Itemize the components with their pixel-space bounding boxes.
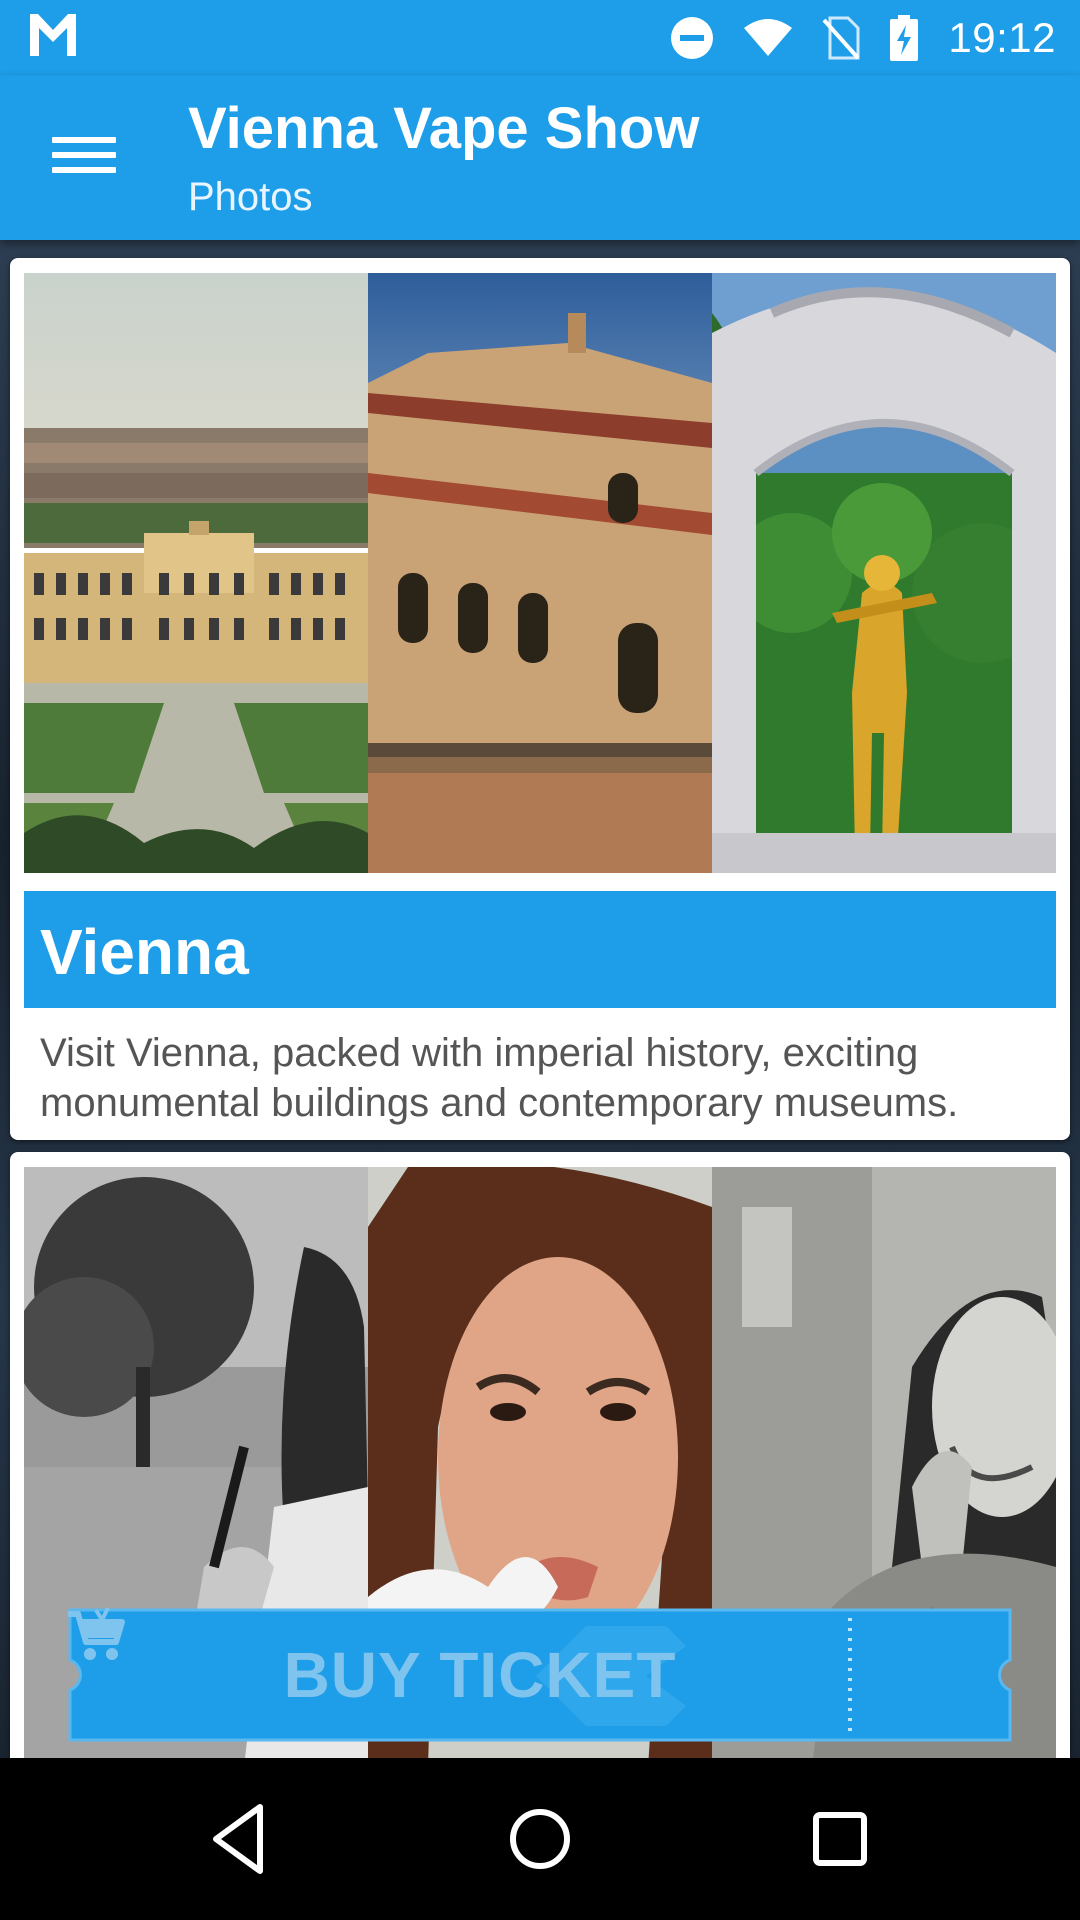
no-sim-icon <box>822 16 860 60</box>
home-icon[interactable] <box>500 1799 580 1879</box>
buy-ticket-button[interactable]: BUY TICKET <box>66 1606 1014 1744</box>
opera-building-photo[interactable] <box>368 273 712 873</box>
hamburger-menu-icon[interactable] <box>36 125 132 185</box>
wifi-icon <box>744 19 793 56</box>
back-icon[interactable] <box>200 1799 280 1879</box>
battery-charging-icon <box>890 15 919 61</box>
photo-strip <box>24 273 1056 873</box>
card-description: Visit Vienna, packed with imperial histo… <box>40 1031 959 1125</box>
status-icons: 19:12 <box>670 10 1056 66</box>
shopping-cart-icon <box>68 1607 125 1660</box>
navigation-bar <box>0 1758 1080 1920</box>
status-time: 19:12 <box>948 14 1056 61</box>
status-bar: 19:12 <box>0 0 1080 75</box>
buy-ticket-label: BUY TICKET <box>283 1639 677 1711</box>
ticket-content: BUY TICKET <box>66 1606 1014 1744</box>
app-bar: Vienna Vape Show Photos <box>0 75 1080 240</box>
app-subtitle: Photos <box>188 175 313 219</box>
card-title: Vienna <box>40 916 249 988</box>
golden-statue-photo[interactable] <box>712 273 1056 873</box>
photo-list[interactable]: Vienna Visit Vienna, packed with imperia… <box>0 240 1080 1758</box>
card-title-bar: Vienna <box>24 891 1056 1008</box>
vienna-card[interactable]: Vienna Visit Vienna, packed with imperia… <box>10 258 1070 1140</box>
do-not-disturb-icon <box>671 17 714 59</box>
recent-apps-icon[interactable] <box>800 1799 880 1879</box>
app-title: Vienna Vape Show <box>188 96 700 161</box>
screen: 19:12 Vienna Vape Show Photos Vienna Vis… <box>0 0 1080 1920</box>
gmail-icon <box>30 14 76 56</box>
palace-photo[interactable] <box>24 273 368 873</box>
